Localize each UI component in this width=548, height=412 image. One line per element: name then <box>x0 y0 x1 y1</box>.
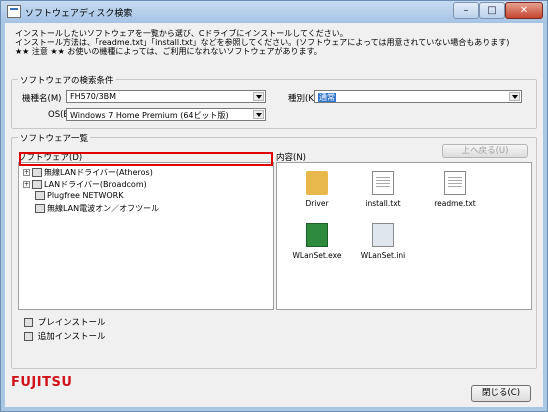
legend-additional-label: 追加インストール <box>37 332 106 342</box>
software-tree[interactable]: + 無線LANドライバー(Atheros) + LANドライバー(Broadcom)… <box>18 162 274 310</box>
os-select[interactable]: Windows 7 Home Premium (64ビット版) <box>66 108 266 121</box>
chevron-down-icon[interactable] <box>253 110 264 119</box>
window-title: ソフトウェアディスク検索 <box>25 9 133 19</box>
disc-icon <box>35 204 45 213</box>
file-name: WLanSet.exe <box>292 251 342 260</box>
tree-item-label: 無線LAN電波オン／オフツール <box>47 204 160 213</box>
file-item[interactable]: WLanSet.exe <box>289 223 345 260</box>
instruction-line-3: ★★ 注意 ★★ お使いの機種によっては、ご利用になれないソフトウェアがあります… <box>15 47 322 56</box>
close-window-button[interactable]: ✕ <box>505 2 543 19</box>
fujitsu-logo: FUJITSU <box>11 375 73 390</box>
file-name: install.txt <box>365 199 401 208</box>
legend-preinstall: プレインストール <box>22 316 106 328</box>
up-button[interactable]: 上へ戻る(U) <box>442 144 528 158</box>
disc-icon <box>24 332 33 341</box>
expand-icon[interactable]: + <box>23 181 30 188</box>
type-label: 種別(K) <box>288 94 318 104</box>
app-window: ソフトウェアディスク検索 – □ ✕ インストールしたいソフトウェアを一覧から選… <box>0 0 548 412</box>
instructions: インストールしたいソフトウェアを一覧から選び、Cドライブにインストールしてくださ… <box>15 29 509 56</box>
title-bar[interactable]: ソフトウェアディスク検索 – □ ✕ <box>1 1 547 23</box>
text-file-icon <box>372 171 394 195</box>
chevron-down-icon[interactable] <box>253 92 264 101</box>
expand-icon[interactable]: + <box>23 169 30 176</box>
file-name: Driver <box>305 199 329 208</box>
instruction-line-1: インストールしたいソフトウェアを一覧から選び、Cドライブにインストールしてくださ… <box>15 29 348 38</box>
tree-item-plugfree[interactable]: Plugfree NETWORK <box>33 191 123 200</box>
tree-item-label: Plugfree NETWORK <box>47 191 124 200</box>
software-list-legend: ソフトウェア一覧 <box>18 132 91 144</box>
chevron-down-icon[interactable] <box>509 92 520 101</box>
close-button[interactable]: 閉じる(C) <box>471 385 531 402</box>
tree-item-wlan-tool[interactable]: 無線LAN電波オン／オフツール <box>33 203 159 214</box>
type-value: 通常 <box>318 93 336 102</box>
content-pane[interactable]: Driver install.txt readme.txt WLanSet.ex… <box>276 162 532 310</box>
disc-icon <box>32 180 42 189</box>
model-value: FH570/3BM <box>70 92 117 101</box>
disc-icon <box>35 191 45 200</box>
folder-icon <box>306 171 328 195</box>
highlight-box <box>19 152 273 166</box>
type-select[interactable]: 通常 <box>314 90 522 103</box>
file-item[interactable]: readme.txt <box>427 171 483 208</box>
tree-item-wlan-driver[interactable]: + 無線LANドライバー(Atheros) <box>23 167 153 178</box>
instruction-line-2: インストール方法は、「readme.txt」「install.txt」などを参照… <box>15 38 510 47</box>
model-select[interactable]: FH570/3BM <box>66 90 266 103</box>
legend-additional: 追加インストール <box>22 330 106 342</box>
software-list-group: ソフトウェア一覧 ソフトウェア(D) 内容(N) 上へ戻る(U) + 無線LANド… <box>11 132 537 369</box>
tree-item-lan-driver[interactable]: + LANドライバー(Broadcom) <box>23 179 147 190</box>
disc-icon <box>32 168 42 177</box>
model-label: 機種名(M) <box>22 94 62 104</box>
search-conditions-legend: ソフトウェアの検索条件 <box>18 74 116 86</box>
file-item[interactable]: WLanSet.ini <box>355 223 411 260</box>
os-value: Windows 7 Home Premium (64ビット版) <box>70 111 229 120</box>
settings-file-icon <box>372 223 394 247</box>
client-area: インストールしたいソフトウェアを一覧から選び、Cドライブにインストールしてくださ… <box>5 23 543 407</box>
search-conditions-group: ソフトウェアの検索条件 機種名(M) FH570/3BM OS(E) Windo… <box>11 74 537 129</box>
tree-item-label: LANドライバー(Broadcom) <box>44 180 147 189</box>
file-item[interactable]: install.txt <box>355 171 411 208</box>
text-file-icon <box>444 171 466 195</box>
legend-preinstall-label: プレインストール <box>37 318 106 328</box>
tree-item-label: 無線LANドライバー(Atheros) <box>44 168 153 177</box>
file-item[interactable]: Driver <box>289 171 345 208</box>
chip-exe-icon <box>306 223 328 247</box>
app-icon <box>7 5 21 18</box>
disc-icon <box>24 318 33 327</box>
minimize-button[interactable]: – <box>453 2 479 19</box>
maximize-button[interactable]: □ <box>479 2 505 19</box>
file-name: readme.txt <box>434 199 476 208</box>
file-name: WLanSet.ini <box>360 251 406 260</box>
